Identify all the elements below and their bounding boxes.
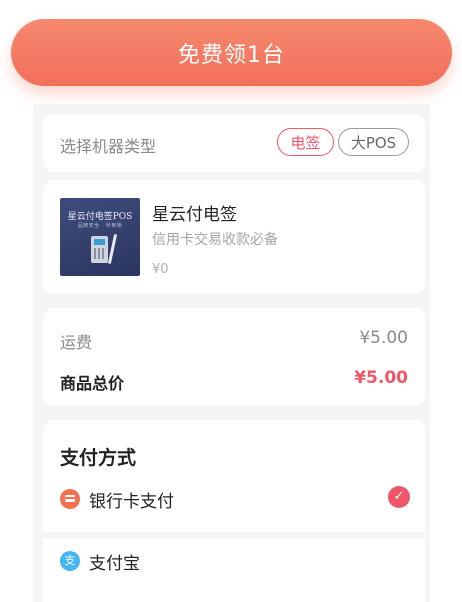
machine-type-label: 选择机器类型 xyxy=(60,137,157,156)
shipping-value: ¥5.00 xyxy=(359,328,408,348)
payment-option-alipay[interactable]: 支 支付宝 xyxy=(60,548,410,574)
payment-method-card: 支付方式 银行卡支付 ✓ 支 支付宝 xyxy=(43,420,425,602)
product-name: 星云付电签 xyxy=(152,205,237,225)
machine-type-option-dianqian[interactable]: 电签 xyxy=(277,128,334,156)
divider xyxy=(43,532,425,538)
option-label: 大POS xyxy=(350,133,397,152)
option-label: 电签 xyxy=(290,133,321,152)
claim-free-button[interactable]: 免费领1台 xyxy=(11,19,452,86)
payment-option-label: 支付宝 xyxy=(89,554,140,574)
total-value: ¥5.00 xyxy=(354,368,408,388)
product-image-title: 星云付电签POS xyxy=(67,212,133,222)
bank-card-icon xyxy=(60,489,80,509)
product-image-subtitle: 品牌安全 · 秒到账 xyxy=(77,223,123,229)
selected-check-icon: ✓ xyxy=(388,486,410,508)
machine-type-option-big-pos[interactable]: 大POS xyxy=(338,128,409,156)
stylus-icon xyxy=(107,234,118,264)
payment-option-label: 银行卡支付 xyxy=(89,492,174,512)
payment-option-bank-card[interactable]: 银行卡支付 ✓ xyxy=(60,486,410,512)
order-summary-card: 运费 ¥5.00 商品总价 ¥5.00 xyxy=(43,308,425,406)
total-label: 商品总价 xyxy=(60,374,125,393)
payment-title: 支付方式 xyxy=(60,447,137,469)
product-card: 星云付电签POS 品牌安全 · 秒到账 星云付电签 信用卡交易收款必备 ¥0 xyxy=(43,180,425,294)
product-image: 星云付电签POS 品牌安全 · 秒到账 xyxy=(60,198,140,276)
product-description: 信用卡交易收款必备 xyxy=(152,232,278,248)
alipay-icon: 支 xyxy=(60,551,80,571)
shipping-label: 运费 xyxy=(60,333,93,352)
pos-device-icon xyxy=(91,236,108,263)
claim-free-label: 免费领1台 xyxy=(178,42,285,68)
machine-type-card: 选择机器类型 电签 大POS xyxy=(43,114,425,172)
product-price: ¥0 xyxy=(152,262,169,277)
